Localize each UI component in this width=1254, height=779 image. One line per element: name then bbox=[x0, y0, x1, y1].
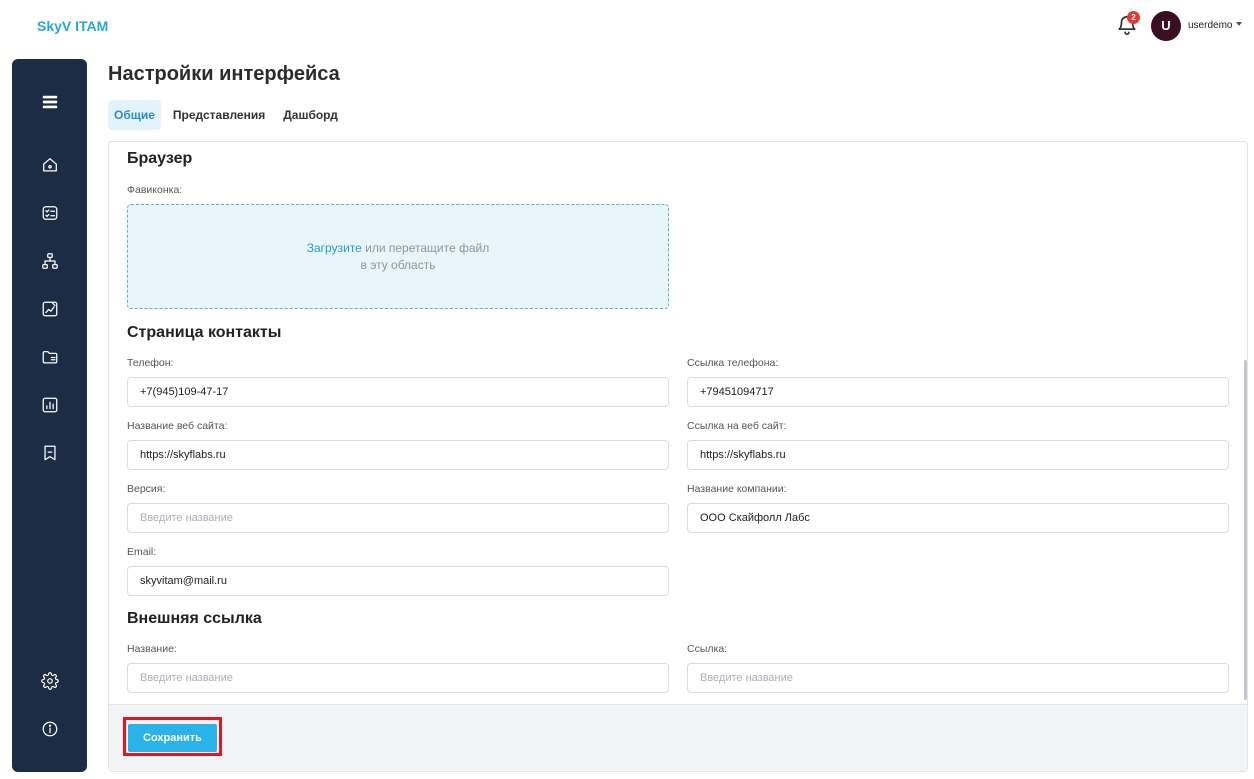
app-logo[interactable]: SkyV ITAM bbox=[37, 18, 108, 34]
avatar[interactable]: U bbox=[1151, 11, 1181, 41]
phone-link-label: Ссылка телефона: bbox=[687, 357, 779, 369]
chart-edit-icon bbox=[42, 301, 57, 317]
section-browser-heading: Браузер bbox=[127, 150, 193, 167]
external-name-label: Название: bbox=[127, 643, 177, 655]
external-name-input[interactable]: Введите название bbox=[127, 663, 669, 693]
tab-bar: Общие Представления Дашборд bbox=[108, 100, 350, 130]
upload-link[interactable]: Загрузите bbox=[307, 241, 362, 255]
sidebar-item-info[interactable] bbox=[12, 713, 87, 745]
sidebar-item-tasks[interactable] bbox=[12, 197, 87, 229]
chevron-down-icon[interactable] bbox=[1236, 22, 1242, 26]
sidebar-item-bookmarks[interactable] bbox=[12, 437, 87, 469]
phone-link-input[interactable]: +79451094717 bbox=[687, 377, 1229, 407]
version-label: Версия: bbox=[127, 483, 166, 495]
upload-hint: или перетащите файл bbox=[361, 241, 490, 255]
sidebar-item-structure[interactable] bbox=[12, 245, 87, 277]
site-name-input[interactable]: https://skyflabs.ru bbox=[127, 440, 669, 470]
tab-general[interactable]: Общие bbox=[108, 100, 161, 130]
external-link-input[interactable]: Введите название bbox=[687, 663, 1229, 693]
tab-dashboard[interactable]: Дашборд bbox=[277, 100, 344, 130]
phone-input[interactable]: +7(945)109-47-17 bbox=[127, 377, 669, 407]
sidebar-item-reports[interactable] bbox=[12, 293, 87, 325]
upload-hint-2: в эту область bbox=[360, 258, 436, 272]
hierarchy-icon bbox=[41, 253, 58, 269]
tab-views[interactable]: Представления bbox=[167, 100, 271, 130]
bar-chart-icon bbox=[42, 397, 57, 413]
company-label: Название компании: bbox=[687, 483, 787, 495]
page-title: Настройки интерфейса bbox=[108, 63, 340, 85]
sidebar-item-home[interactable] bbox=[12, 149, 87, 181]
menu-icon bbox=[42, 95, 57, 109]
sidebar-item-analytics[interactable] bbox=[12, 389, 87, 421]
settings-icon bbox=[40, 672, 59, 690]
top-bar: SkyV ITAM 2 U userdemo bbox=[0, 0, 1254, 52]
section-contacts-heading: Страница контакты bbox=[127, 324, 282, 341]
site-link-label: Ссылка на веб сайт: bbox=[687, 420, 787, 432]
bookmark-icon bbox=[43, 445, 56, 461]
section-external-heading: Внешняя ссылка bbox=[127, 610, 262, 627]
scrollbar-thumb[interactable] bbox=[1244, 360, 1247, 700]
company-input[interactable]: ООО Скайфолл Лабс bbox=[687, 503, 1229, 533]
save-button[interactable]: Сохранить bbox=[128, 724, 217, 752]
site-link-input[interactable]: https://skyflabs.ru bbox=[687, 440, 1229, 470]
version-input[interactable]: Введите название bbox=[127, 503, 669, 533]
favicon-label: Фавиконка: bbox=[127, 184, 183, 196]
sidebar bbox=[12, 59, 87, 772]
site-name-label: Название веб сайта: bbox=[127, 420, 228, 432]
checklist-icon bbox=[42, 206, 57, 220]
phone-label: Телефон: bbox=[127, 357, 174, 369]
email-input[interactable]: skyvitam@mail.ru bbox=[127, 566, 669, 596]
info-icon bbox=[42, 721, 57, 737]
username[interactable]: userdemo bbox=[1188, 20, 1232, 31]
favicon-dropzone[interactable]: Загрузите или перетащите файл в эту обла… bbox=[127, 204, 669, 309]
external-link-label: Ссылка: bbox=[687, 643, 728, 655]
email-label: Email: bbox=[127, 546, 157, 558]
home-icon bbox=[42, 158, 57, 172]
folder-list-icon bbox=[42, 350, 57, 364]
sidebar-menu-toggle[interactable] bbox=[12, 86, 87, 118]
sidebar-item-settings[interactable] bbox=[12, 665, 87, 697]
notification-badge: 2 bbox=[1127, 11, 1140, 24]
sidebar-item-documents[interactable] bbox=[12, 341, 87, 373]
card-footer bbox=[109, 704, 1247, 771]
